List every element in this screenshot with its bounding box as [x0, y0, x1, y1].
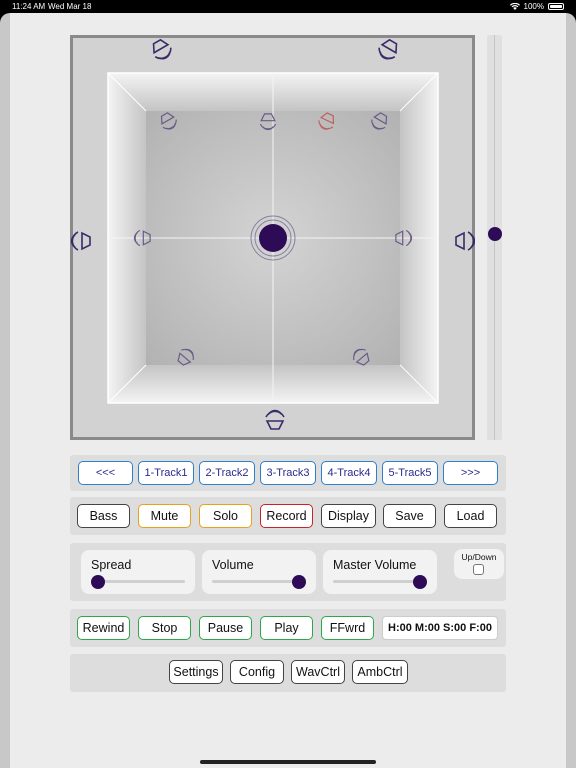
sound-room[interactable] [70, 35, 475, 440]
main-panel: <<< 1-Track1 2-Track2 3-Track3 4-Track4 … [10, 13, 566, 768]
next-track-button[interactable]: >>> [443, 461, 498, 485]
stop-button[interactable]: Stop [138, 616, 191, 640]
updown-toggle[interactable]: Up/Down [454, 549, 504, 579]
master-volume-slider-knob[interactable] [413, 575, 427, 589]
height-slider[interactable] [487, 35, 504, 440]
display-button[interactable]: Display [321, 504, 376, 528]
track-nav-bar: <<< 1-Track1 2-Track2 3-Track3 4-Track4 … [70, 455, 506, 491]
master-volume-slider[interactable]: Master Volume [323, 550, 437, 594]
save-button[interactable]: Save [383, 504, 436, 528]
bass-button[interactable]: Bass [77, 504, 130, 528]
footer-bar: Settings Config WavCtrl AmbCtrl [70, 654, 506, 692]
battery-icon [548, 3, 564, 10]
track-4-button[interactable]: 4-Track4 [321, 461, 377, 485]
track-5-button[interactable]: 5-Track5 [382, 461, 438, 485]
config-button[interactable]: Config [230, 660, 284, 684]
wifi-icon [509, 3, 520, 10]
ambctrl-button[interactable]: AmbCtrl [352, 660, 408, 684]
track-1-button[interactable]: 1-Track1 [138, 461, 194, 485]
track-3-button[interactable]: 3-Track3 [260, 461, 316, 485]
volume-label: Volume [212, 558, 254, 572]
updown-checkbox[interactable] [473, 564, 484, 575]
master-volume-label: Master Volume [333, 558, 417, 572]
spread-slider-knob[interactable] [91, 575, 105, 589]
play-button[interactable]: Play [260, 616, 313, 640]
prev-track-button[interactable]: <<< [78, 461, 133, 485]
track-controls-bar: Bass Mute Solo Record Display Save Load [70, 497, 506, 535]
load-button[interactable]: Load [444, 504, 497, 528]
height-slider-knob[interactable] [488, 226, 502, 241]
status-right: 100% [509, 2, 564, 11]
room-svg[interactable] [70, 35, 475, 440]
updown-label: Up/Down [461, 552, 497, 562]
sliders-bar: Spread Volume Master Volume Up/Down [70, 543, 506, 601]
volume-slider-knob[interactable] [292, 575, 306, 589]
app-window: <<< 1-Track1 2-Track2 3-Track3 4-Track4 … [0, 13, 576, 768]
status-date: Wed Mar 18 [48, 2, 92, 11]
transport-bar: Rewind Stop Pause Play FFwrd H:00 M:00 S… [70, 609, 506, 647]
mute-button[interactable]: Mute [138, 504, 191, 528]
status-bar: 11:24 AM Wed Mar 18 100% [0, 0, 576, 13]
timecode-display: H:00 M:00 S:00 F:00 [382, 616, 498, 640]
solo-button[interactable]: Solo [199, 504, 252, 528]
track-2-button[interactable]: 2-Track2 [199, 461, 255, 485]
settings-button[interactable]: Settings [169, 660, 223, 684]
record-button[interactable]: Record [260, 504, 313, 528]
status-time: 11:24 AM [12, 2, 46, 11]
volume-slider[interactable]: Volume [202, 550, 316, 594]
sound-source-dot[interactable] [259, 224, 287, 252]
spread-slider-track[interactable] [91, 580, 185, 583]
wavctrl-button[interactable]: WavCtrl [291, 660, 345, 684]
ffwrd-button[interactable]: FFwrd [321, 616, 374, 640]
rewind-button[interactable]: Rewind [77, 616, 130, 640]
home-indicator [200, 760, 376, 764]
spread-slider[interactable]: Spread [81, 550, 195, 594]
pause-button[interactable]: Pause [199, 616, 252, 640]
spread-label: Spread [91, 558, 132, 572]
battery-percent: 100% [523, 2, 544, 11]
